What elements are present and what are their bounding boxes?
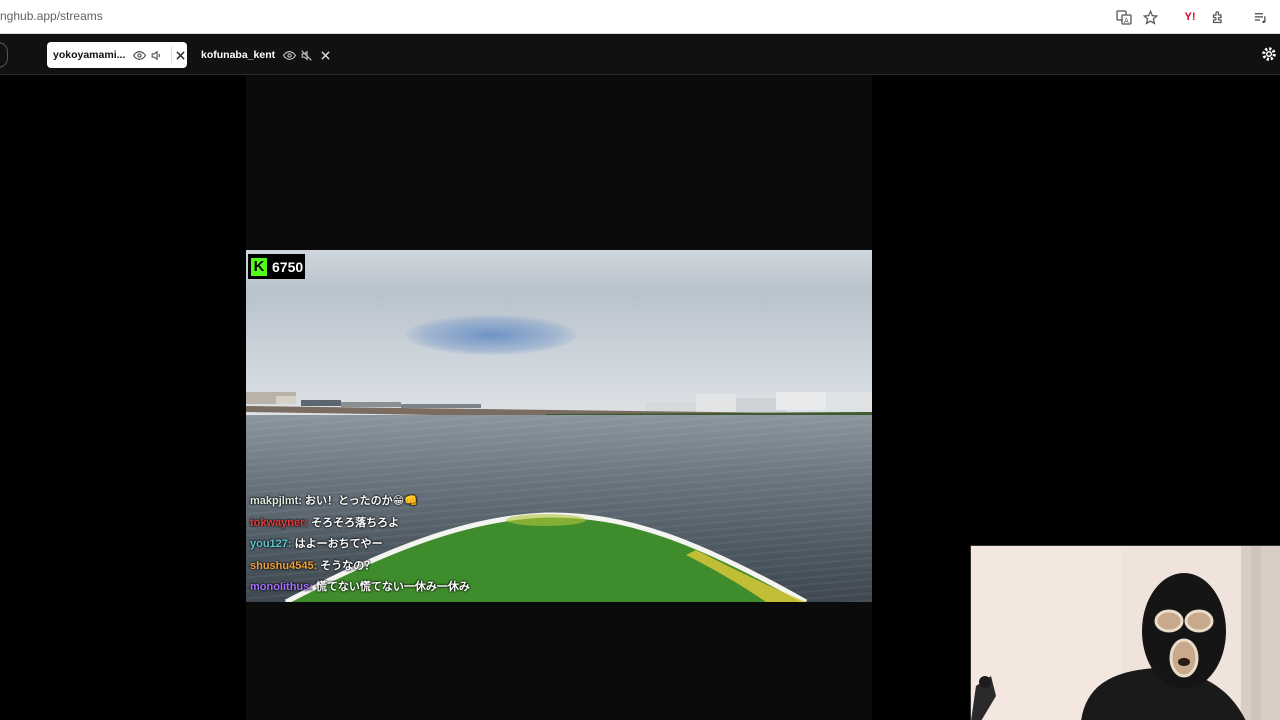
- extensions-icon[interactable]: [1208, 7, 1228, 27]
- chat-text: 慌てない慌てない一休み一休み: [315, 581, 470, 594]
- chat-message: monolithus: 慌てない慌てない一休み一休み: [250, 578, 650, 600]
- chat-username: makpjlmt:: [250, 495, 302, 507]
- webcam-overlay: [970, 545, 1280, 720]
- chat-message: shushu4545: そうなの？: [250, 557, 650, 579]
- stream-tab-yokoyamami[interactable]: yokoyamami...: [47, 42, 187, 68]
- browser-address-bar: nghub.app/streams A Y!: [0, 0, 1280, 34]
- volume-icon[interactable]: [150, 48, 163, 62]
- url-field[interactable]: nghub.app/streams: [0, 9, 103, 23]
- chat-username: tokwayner:: [250, 516, 309, 529]
- eye-icon[interactable]: [283, 48, 297, 62]
- viewer-count-badge: K 6750: [248, 254, 305, 279]
- svg-text:A: A: [1124, 17, 1129, 25]
- close-icon[interactable]: [171, 47, 185, 63]
- chat-text: おい！とったのか😁👊: [304, 495, 418, 507]
- chat-text: はよーおちてやー: [294, 538, 383, 551]
- chat-text: そうなの？: [320, 559, 376, 572]
- stream-tab-bar: yokoyamami... kofunaba_kent: [0, 34, 1280, 75]
- sidebar-toggle[interactable]: [0, 42, 8, 68]
- viewer-count: 6750: [272, 258, 304, 275]
- tab-label: yokoyamami...: [53, 49, 126, 61]
- translate-icon[interactable]: A: [1114, 7, 1134, 27]
- close-icon[interactable]: [321, 47, 330, 63]
- chat-username: monolithus:: [250, 581, 313, 594]
- kick-logo-icon: K: [251, 257, 267, 276]
- gear-icon[interactable]: [1260, 45, 1278, 63]
- queue-icon[interactable]: [1250, 7, 1270, 27]
- chat-message: makpjlmt: おい！とったのか😁👊: [250, 492, 650, 514]
- chat-message: tokwayner: そろそろ落ちろよ: [250, 514, 650, 536]
- tab-label: kofunaba_kent: [201, 49, 276, 61]
- eye-icon[interactable]: [133, 48, 147, 62]
- webcam-person: [971, 546, 1280, 720]
- chat-message: you127: はよーおちてやー: [250, 535, 650, 557]
- stream-tab-kofunaba-kent[interactable]: kofunaba_kent: [195, 42, 335, 68]
- chat-username: you127:: [250, 538, 292, 551]
- chat-text: そろそろ落ちろよ: [311, 516, 400, 529]
- chat-username: shushu4545:: [250, 559, 318, 572]
- yahoo-icon[interactable]: Y!: [1180, 7, 1200, 27]
- chat-overlay: makpjlmt: おい！とったのか😁👊 tokwayner: そろそろ落ちろよ y…: [250, 492, 650, 600]
- mute-icon[interactable]: [300, 48, 313, 62]
- star-icon[interactable]: [1140, 7, 1160, 27]
